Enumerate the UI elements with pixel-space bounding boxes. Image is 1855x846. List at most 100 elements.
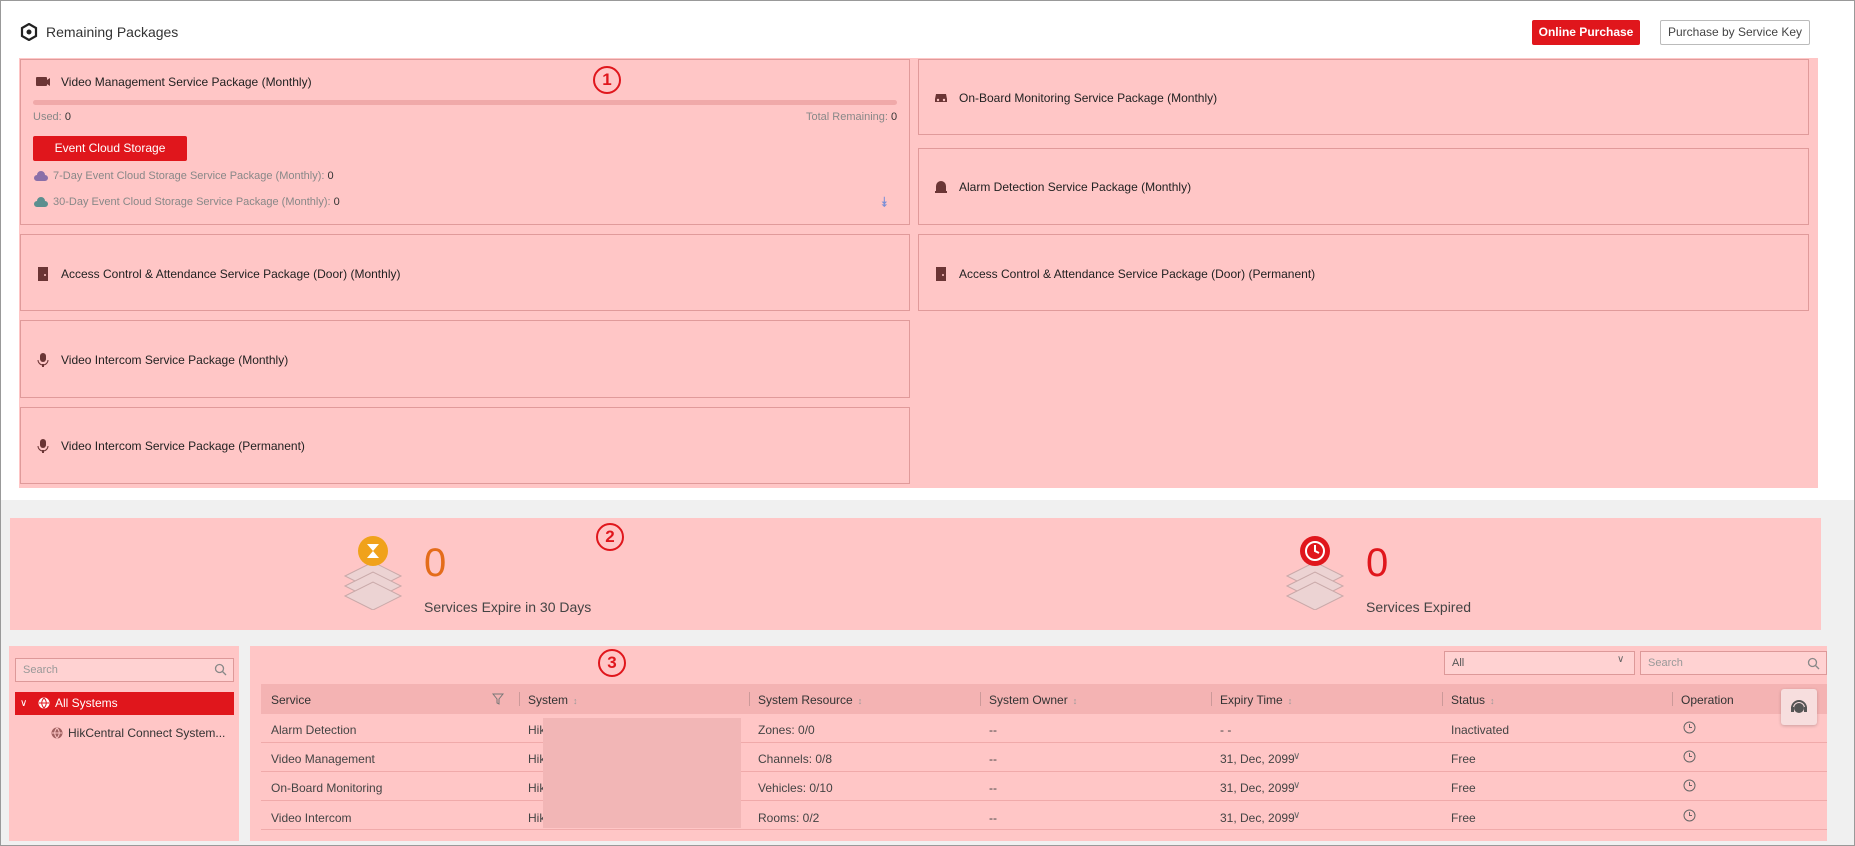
cell-resource: Rooms: 0/2 (758, 811, 820, 825)
sort-icon: ↕ (1490, 696, 1495, 706)
column-header-system-resource[interactable]: System Resource ↕ (758, 693, 862, 707)
used-text: Used: 0 (33, 111, 71, 123)
chevron-down-icon[interactable]: ∨ (1617, 654, 1624, 665)
column-divider (749, 692, 750, 706)
tree-node-label: All Systems (55, 696, 118, 710)
cell-service: Video Intercom (271, 811, 352, 825)
column-header-system[interactable]: System ↕ (528, 693, 578, 707)
renew-icon[interactable] (1683, 721, 1696, 734)
headset-icon (1791, 700, 1807, 713)
table-row[interactable] (261, 714, 1827, 743)
expiry-stats-section (10, 518, 1821, 630)
cell-owner: -- (989, 723, 997, 737)
package-title: Alarm Detection Service Package (Monthly… (959, 180, 1192, 194)
globe-icon (38, 697, 50, 709)
cell-expiry: 31, Dec, 2099 (1220, 811, 1295, 825)
column-header-expiry-time[interactable]: Expiry Time ↕ (1220, 693, 1292, 707)
renew-icon[interactable] (1683, 779, 1696, 792)
filter-icon[interactable] (492, 693, 504, 705)
marker-2: 2 (596, 523, 624, 551)
table-row[interactable] (261, 801, 1827, 830)
package-title: Access Control & Attendance Service Pack… (959, 267, 1316, 281)
marker-3: 3 (598, 649, 626, 677)
tree-node-all-systems[interactable]: ∨ All Systems (15, 692, 234, 715)
sort-icon: ↕ (1287, 696, 1293, 706)
table-row[interactable] (261, 772, 1827, 801)
intercom-icon (37, 439, 49, 453)
expire-30-days-label: Services Expire in 30 Days (424, 599, 592, 615)
globe-icon (51, 727, 63, 739)
cell-expiry: 31, Dec, 2099 (1220, 752, 1295, 766)
door-access-icon (38, 267, 48, 281)
marker-1: 1 (593, 66, 621, 94)
app-logo-icon (20, 23, 38, 41)
vehicle-icon (935, 94, 947, 102)
cell-status: Free (1451, 781, 1476, 795)
cell-owner: -- (989, 752, 997, 766)
cloud-30day-icon (34, 197, 48, 207)
chevron-down-icon[interactable]: ∨ (1293, 810, 1300, 821)
cell-service: Alarm Detection (271, 723, 357, 737)
expire-30-days-count: 0 (424, 541, 447, 585)
package-title: Access Control & Attendance Service Pack… (61, 267, 401, 281)
cell-resource: Channels: 0/8 (758, 752, 833, 766)
column-header-system-owner[interactable]: System Owner ↕ (989, 693, 1077, 707)
expired-label: Services Expired (1366, 599, 1472, 615)
cell-service: Video Management (271, 752, 375, 766)
usage-progress-bar (33, 100, 897, 105)
column-header-service[interactable]: Service (271, 693, 311, 707)
cell-status: Free (1451, 752, 1476, 766)
chevron-down-icon[interactable]: ∨ (20, 692, 27, 715)
intercom-icon (37, 353, 49, 367)
tree-search-input[interactable]: Search (15, 658, 234, 682)
renew-icon[interactable] (1683, 809, 1696, 822)
column-divider (1442, 692, 1443, 706)
column-header-status[interactable]: Status ↕ (1451, 693, 1495, 707)
expired-icon (1285, 536, 1345, 610)
purchase-by-service-key-button[interactable]: Purchase by Service Key (1660, 20, 1810, 45)
package-title: Video Intercom Service Package (Monthly) (61, 353, 289, 367)
cell-owner: -- (989, 811, 997, 825)
column-divider (519, 692, 520, 706)
online-purchase-button[interactable]: Online Purchase (1532, 20, 1640, 45)
column-divider (1672, 692, 1673, 706)
total-remaining-text: Total Remaining: 0 (806, 111, 898, 123)
customer-support-button[interactable] (1781, 689, 1817, 725)
thirty-day-storage-text: 30-Day Event Cloud Storage Service Packa… (53, 196, 340, 208)
tree-node-hikcentral[interactable]: HikCentral Connect System... (68, 726, 225, 740)
renew-icon[interactable] (1683, 750, 1696, 763)
expired-count: 0 (1366, 541, 1389, 585)
page-title: Remaining Packages (46, 24, 179, 40)
cell-owner: -- (989, 781, 997, 795)
table-search-input[interactable]: Search (1640, 651, 1827, 675)
status-filter-select[interactable]: All (1444, 651, 1635, 675)
cell-status: Free (1451, 811, 1476, 825)
chevron-down-icon[interactable]: ∨ (1293, 751, 1300, 762)
redacted-system-names (543, 718, 741, 828)
sort-icon: ↕ (857, 696, 863, 706)
cell-expiry: 31, Dec, 2099 (1220, 781, 1295, 795)
package-title: On-Board Monitoring Service Package (Mon… (959, 91, 1218, 105)
cloud-7day-icon (34, 171, 48, 181)
package-title: Video Management Service Package (Monthl… (61, 75, 312, 89)
expand-chevron-icon[interactable]: ⯯ (880, 194, 888, 211)
search-icon[interactable] (214, 663, 227, 676)
column-divider (1211, 692, 1212, 706)
event-cloud-storage-button[interactable]: Event Cloud Storage (33, 136, 187, 161)
expiring-soon-icon (343, 536, 403, 610)
cell-expiry: - - (1220, 723, 1232, 737)
seven-day-storage-text: 7-Day Event Cloud Storage Service Packag… (53, 170, 334, 182)
video-management-icon (36, 77, 50, 86)
column-header-operation: Operation (1681, 693, 1734, 707)
table-row[interactable] (261, 743, 1827, 772)
alarm-icon (935, 181, 947, 193)
sort-icon: ↕ (1072, 696, 1078, 706)
chevron-down-icon[interactable]: ∨ (1293, 780, 1300, 791)
column-divider (980, 692, 981, 706)
cell-service: On-Board Monitoring (271, 781, 383, 795)
cell-resource: Vehicles: 0/10 (758, 781, 833, 795)
cell-status: Inactivated (1451, 723, 1510, 737)
door-access-icon (936, 267, 946, 281)
search-icon[interactable] (1807, 657, 1820, 670)
sort-icon: ↕ (573, 696, 578, 706)
